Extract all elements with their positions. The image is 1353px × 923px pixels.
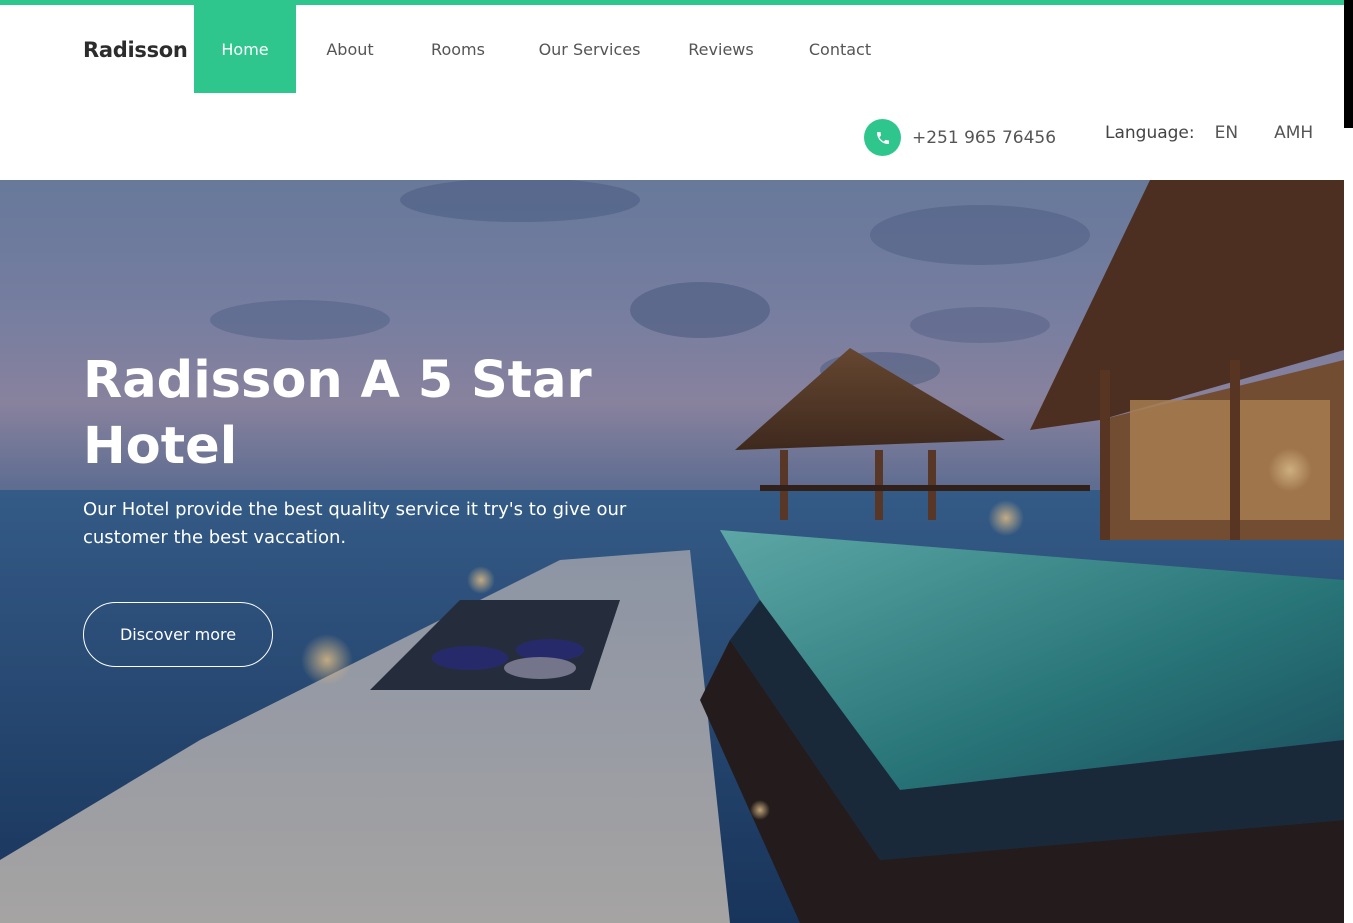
- hero-title: Radisson A 5 Star Hotel: [83, 351, 592, 476]
- nav-reviews[interactable]: Reviews: [667, 5, 775, 93]
- nav-home[interactable]: Home: [194, 5, 296, 93]
- language-label: Language:: [1105, 123, 1195, 143]
- nav-contact[interactable]: Contact: [775, 5, 905, 93]
- window-edge-strip: [1344, 128, 1353, 923]
- language-option-amh[interactable]: AMH: [1274, 123, 1313, 143]
- phone-icon: [864, 119, 901, 156]
- nav-about[interactable]: About: [296, 5, 404, 93]
- phone-number: +251 965 76456: [912, 127, 1057, 148]
- language-option-en[interactable]: EN: [1215, 123, 1238, 143]
- phone-contact[interactable]: +251 965 76456: [864, 119, 1056, 156]
- brand-logo[interactable]: Radisson: [83, 38, 188, 62]
- nav-rooms[interactable]: Rooms: [404, 5, 512, 93]
- window-edge: [1344, 0, 1353, 128]
- discover-more-button[interactable]: Discover more: [83, 602, 273, 667]
- site-header: Radisson Home About Rooms Our Services R…: [0, 5, 1344, 180]
- language-switcher: Language: EN AMH: [1105, 123, 1313, 143]
- nav-our-services[interactable]: Our Services: [512, 5, 667, 93]
- hero-subtitle: Our Hotel provide the best quality servi…: [83, 499, 627, 548]
- main-nav: Home About Rooms Our Services Reviews Co…: [194, 5, 905, 93]
- hero-banner: Radisson A 5 Star Hotel Our Hotel provid…: [0, 180, 1344, 923]
